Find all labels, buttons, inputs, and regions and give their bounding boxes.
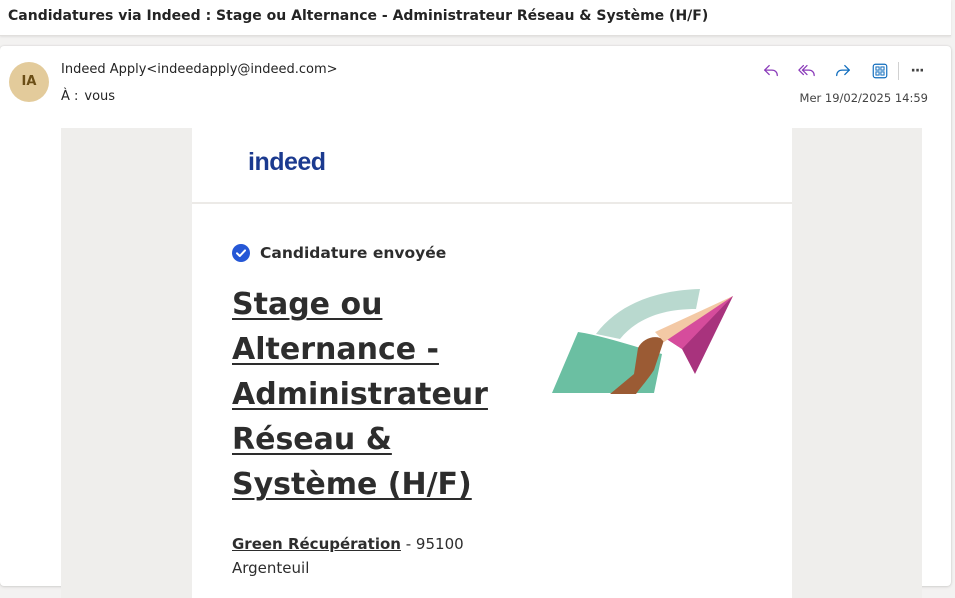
recipient-name[interactable]: vous (84, 89, 115, 104)
reply-icon (764, 64, 778, 77)
more-actions-button[interactable]: ··· (905, 59, 929, 83)
message-card: IA Indeed Apply<indeedapply@indeed.com> … (0, 46, 951, 598)
to-label: À : (61, 89, 79, 104)
message-actions: ··· (759, 59, 929, 83)
company-location: Green Récupération - 95100 Argenteuil (232, 532, 482, 580)
apps-button[interactable] (868, 59, 892, 83)
subject-bar: Candidatures via Indeed : Stage ou Alter… (0, 0, 951, 36)
sent-date: Mer 19/02/2025 14:59 (799, 91, 928, 105)
reply-all-icon (798, 64, 815, 77)
avatar[interactable]: IA (9, 62, 49, 102)
toolbar-divider (898, 62, 899, 80)
paper-plane-illustration (552, 289, 733, 394)
email-content: indeed Candidature envoyée Stage ou Alte… (192, 128, 792, 598)
email-body: indeed Candidature envoyée Stage ou Alte… (61, 128, 922, 598)
apps-icon (872, 63, 888, 79)
logo-header: indeed (192, 128, 792, 204)
more-icon: ··· (910, 63, 925, 79)
application-status: Candidature envoyée (232, 244, 446, 262)
email-subject: Candidatures via Indeed : Stage ou Alter… (8, 8, 709, 24)
indeed-logo[interactable]: indeed (248, 148, 326, 177)
forward-icon (836, 64, 850, 77)
reply-button[interactable] (759, 59, 783, 83)
forward-button[interactable] (831, 59, 855, 83)
job-title-link[interactable]: Stage ou Alternance - Administrateur Rés… (232, 282, 502, 507)
sender-name[interactable]: Indeed Apply<indeedapply@indeed.com> (61, 62, 338, 77)
recipient-line: À : vous (61, 89, 121, 104)
status-text: Candidature envoyée (260, 244, 447, 262)
check-circle-icon (232, 244, 250, 262)
company-link[interactable]: Green Récupération (232, 535, 401, 553)
reply-all-button[interactable] (795, 59, 819, 83)
